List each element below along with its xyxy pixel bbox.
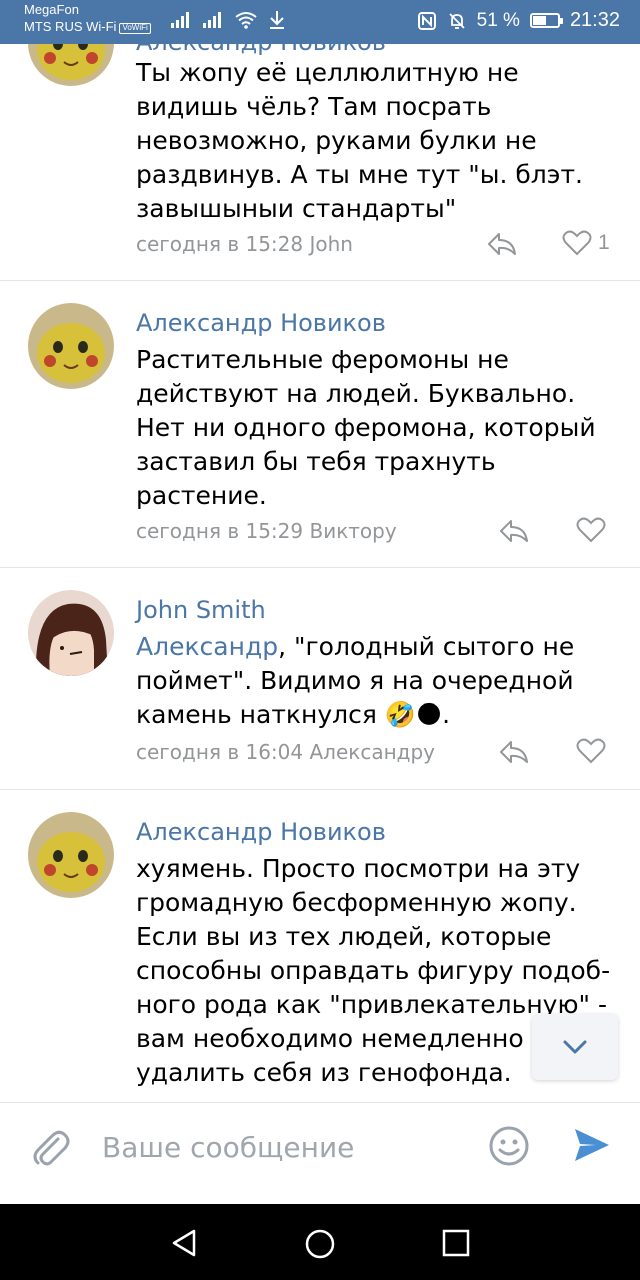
pikachu-avatar-image bbox=[28, 303, 114, 389]
comment-item: Александр Новиков Растительные феромоны … bbox=[0, 281, 640, 568]
pikachu-avatar-image bbox=[28, 812, 114, 898]
comment-text: Александр, "голодный сытого не поймет". … bbox=[136, 630, 616, 732]
comment-meta: сегодня в 16:04 Александру bbox=[136, 740, 436, 764]
like-count: 1 bbox=[598, 231, 610, 254]
comment-item: Александр Новиков Ты жопу её целлюлитную… bbox=[0, 44, 640, 281]
connectivity-icons bbox=[170, 10, 286, 30]
carrier-info: MegaFon MTS RUS Wi-Fi VoWiFi bbox=[24, 2, 151, 35]
recents-icon[interactable] bbox=[442, 1229, 470, 1257]
comment-meta: сегодня в 15:28 John bbox=[136, 232, 353, 256]
reply-icon[interactable] bbox=[498, 517, 530, 545]
scroll-to-bottom-button[interactable] bbox=[532, 1014, 618, 1080]
mute-bell-icon bbox=[448, 12, 465, 29]
avatar[interactable] bbox=[28, 812, 114, 898]
avatar[interactable] bbox=[28, 590, 114, 676]
carrier-primary: MegaFon bbox=[24, 2, 79, 17]
system-navigation-bar bbox=[0, 1204, 640, 1280]
attach-paperclip-icon[interactable] bbox=[30, 1125, 70, 1169]
carrier-secondary: MTS RUS Wi-Fi VoWiFi bbox=[24, 19, 151, 35]
battery-icon bbox=[529, 13, 563, 28]
comment-author[interactable]: John Smith bbox=[136, 596, 266, 624]
heart-icon bbox=[576, 738, 606, 764]
avatar[interactable] bbox=[28, 303, 114, 389]
back-icon[interactable] bbox=[170, 1228, 198, 1258]
send-icon[interactable] bbox=[572, 1125, 612, 1165]
heart-icon bbox=[562, 230, 592, 256]
vowifi-badge: VoWiFi bbox=[119, 23, 151, 35]
message-composer bbox=[0, 1102, 640, 1204]
comment-meta: сегодня в 15:29 Виктору bbox=[136, 519, 397, 543]
reply-icon[interactable] bbox=[498, 738, 530, 766]
message-input[interactable] bbox=[102, 1127, 472, 1167]
comment-author[interactable]: Александр Новиков bbox=[136, 818, 386, 846]
system-indicators: 51 % 21:32 bbox=[417, 9, 620, 32]
emoji-smile-icon[interactable] bbox=[488, 1125, 530, 1167]
home-icon[interactable] bbox=[304, 1228, 336, 1260]
chevron-down-icon bbox=[563, 1040, 587, 1054]
like-button[interactable] bbox=[576, 517, 606, 543]
comment-item: John Smith Александр, "голодный сытого н… bbox=[0, 568, 640, 790]
mention-link[interactable]: Александр bbox=[136, 632, 278, 661]
signal-icon bbox=[171, 12, 189, 28]
signal-icon-2 bbox=[203, 12, 221, 28]
battery-level bbox=[532, 16, 547, 25]
carrier-secondary-label: MTS RUS Wi-Fi bbox=[24, 19, 117, 35]
heart-icon bbox=[576, 517, 606, 543]
status-bar: MegaFon MTS RUS Wi-Fi VoWiFi 51 % 21:32 bbox=[0, 0, 640, 44]
wifi-icon bbox=[235, 12, 257, 29]
clock: 21:32 bbox=[569, 9, 620, 31]
comment-author[interactable]: Александр Новиков bbox=[136, 309, 386, 337]
like-button[interactable] bbox=[576, 738, 606, 764]
nfc-icon bbox=[417, 11, 436, 30]
pikachu-avatar-image bbox=[28, 44, 114, 86]
battery-percent: 51 % bbox=[476, 9, 520, 31]
download-icon bbox=[270, 11, 284, 29]
comment-text-end: . bbox=[442, 700, 451, 729]
avatar[interactable] bbox=[28, 44, 114, 86]
comment-author[interactable]: Александр Новиков bbox=[136, 44, 386, 56]
comment-text: Растительные феромоны не действуют на лю… bbox=[136, 345, 596, 510]
like-button[interactable]: 1 bbox=[562, 230, 610, 256]
comment-text: Ты жопу её целлюлитную не видишь чёль? Т… bbox=[136, 58, 583, 223]
girl-avatar-image bbox=[28, 590, 114, 676]
reply-icon[interactable] bbox=[486, 230, 518, 258]
comments-feed[interactable]: Александр Новиков Ты жопу её целлюлитную… bbox=[0, 44, 640, 1102]
emoji-group: 🤣🌑 bbox=[384, 700, 443, 729]
